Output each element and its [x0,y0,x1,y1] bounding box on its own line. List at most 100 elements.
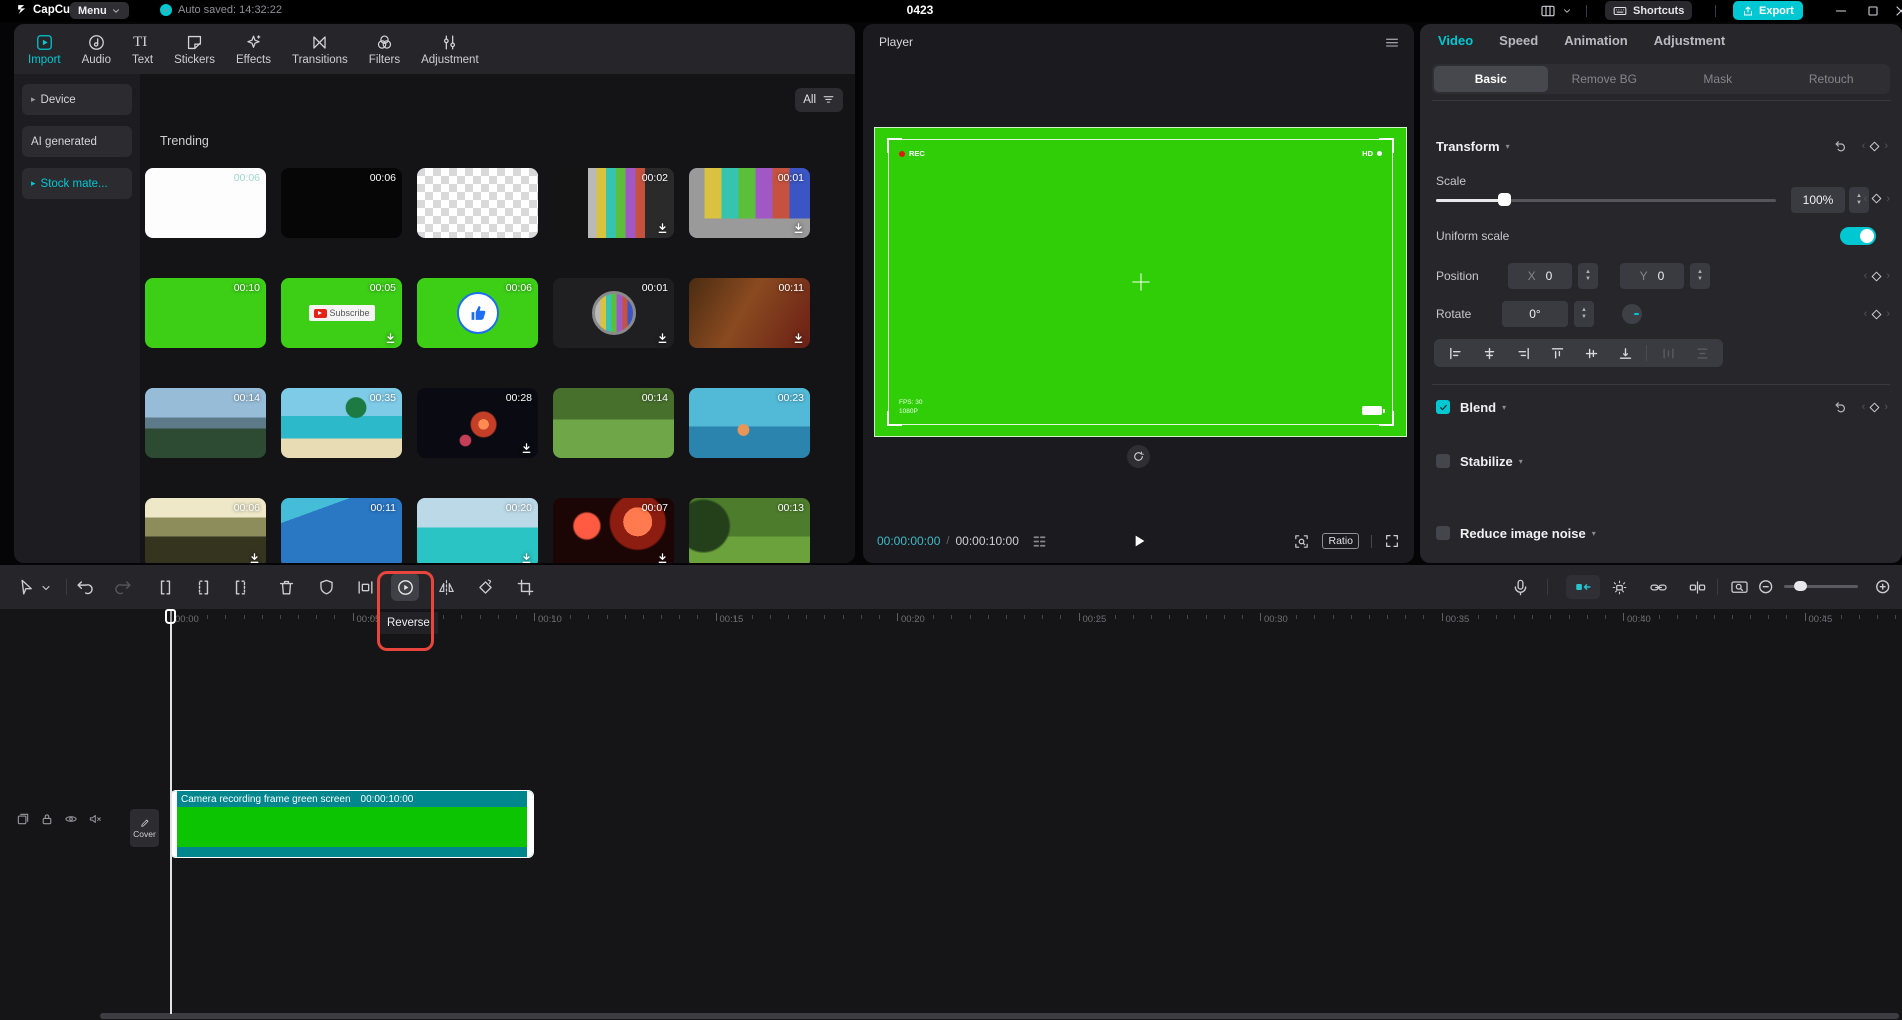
maximize-button[interactable] [1865,3,1881,19]
keyframe-control[interactable]: ‹› [1862,140,1888,153]
split-left-tool-icon[interactable] [194,578,213,597]
play-button[interactable] [1131,533,1147,549]
fullscreen-icon[interactable] [1384,533,1400,549]
horizontal-scrollbar[interactable] [100,1013,1899,1019]
chevron-down-icon[interactable] [1562,6,1572,16]
ribbon-item-transitions[interactable]: Transitions [292,33,348,66]
checkbox-unchecked[interactable] [1436,454,1450,468]
reset-transform-icon[interactable] [1833,139,1848,154]
scale-slider[interactable] [1436,192,1776,208]
media-thumbnail-green[interactable]: 00:10 [145,278,266,348]
loop-playback-button[interactable] [1127,445,1150,468]
align-top-icon[interactable] [1542,341,1572,365]
media-thumbnail-gifts[interactable]: 00:11 [689,278,810,348]
media-thumbnail-beach[interactable]: 00:35 [281,388,402,458]
timeline-zoom-slider[interactable] [1784,585,1858,588]
rotate-value-field[interactable]: 0° [1502,301,1568,327]
ribbon-item-import[interactable]: Import [28,33,61,66]
download-icon[interactable] [792,222,805,235]
overlap-icon[interactable] [16,812,30,826]
playhead-line[interactable] [170,609,172,1014]
subtab-retouch[interactable]: Retouch [1775,66,1889,92]
transform-section-header[interactable]: Transform ▾ ‹› [1436,134,1888,158]
ribbon-item-effects[interactable]: Effects [236,33,271,66]
align-left-icon[interactable] [1440,341,1470,365]
shortcuts-button[interactable]: Shortcuts [1605,1,1692,20]
tab-adjustment[interactable]: Adjustment [1654,33,1726,48]
ribbon-item-audio[interactable]: Audio [82,33,111,66]
ribbon-item-stickers[interactable]: Stickers [174,33,215,66]
crop-tool-icon[interactable] [516,578,535,597]
download-icon[interactable] [248,552,261,563]
download-icon[interactable] [520,552,533,563]
layout-icon[interactable] [1540,3,1556,19]
media-thumbnail-fw-red[interactable]: 00:07 [553,498,674,563]
uniform-scale-toggle[interactable] [1840,227,1876,245]
split-tool-icon[interactable] [156,578,175,597]
keyframe-control[interactable]: ‹› [1864,308,1890,321]
rotate-tool-icon[interactable] [476,578,495,597]
keyframe-diamond-icon[interactable] [1870,270,1883,283]
position-x-field[interactable]: X0 [1508,263,1572,289]
timeline-ruler[interactable]: 00:0000:0500:1000:1500:2000:2500:3000:35… [0,609,1902,631]
lock-icon[interactable] [40,812,54,826]
split-right-tool-icon[interactable] [231,578,250,597]
panel-menu-icon[interactable] [1384,34,1400,50]
media-thumbnail-friends[interactable]: 00:23 [689,388,810,458]
keyframe-diamond-icon[interactable] [1870,192,1883,205]
freeze-tool-icon[interactable] [356,578,375,597]
chevron-down-tool-icon[interactable] [40,582,52,594]
rotate-stepper[interactable]: ▲▼ [1574,301,1594,327]
download-icon[interactable] [656,222,669,235]
keyframe-diamond-icon[interactable] [1870,308,1883,321]
zoom-slider-handle[interactable] [1794,581,1807,591]
preview-quality-icon[interactable] [1031,533,1048,550]
subtab-mask[interactable]: Mask [1661,66,1775,92]
media-thumbnail-thumbsup[interactable]: 00:06 [417,278,538,348]
media-thumbnail-city[interactable]: 00:14 [145,388,266,458]
sidebar-item-device[interactable]: ▸Device [22,84,132,115]
rotate-dial[interactable] [1622,304,1642,324]
playhead-handle[interactable] [165,609,176,624]
position-y-stepper[interactable]: ▲▼ [1690,263,1710,289]
ribbon-item-filters[interactable]: Filters [369,33,400,66]
media-thumbnail-subscribe[interactable]: Subscribe00:05 [281,278,402,348]
media-thumbnail-park[interactable]: 00:13 [689,498,810,563]
checkbox-checked[interactable] [1436,400,1450,414]
snap-toggle-button[interactable] [1566,575,1600,599]
tab-speed[interactable]: Speed [1499,33,1538,48]
expand-caret-icon[interactable]: ▾ [1592,529,1596,538]
mirror-tool-icon[interactable] [437,578,456,597]
align-center-h-icon[interactable] [1474,341,1504,365]
zoom-in-icon[interactable] [1874,578,1893,597]
cover-button[interactable]: Cover [130,809,159,847]
magnet-icon[interactable] [1610,578,1629,597]
reset-icon[interactable] [1833,400,1848,415]
download-icon[interactable] [656,552,669,563]
download-icon[interactable] [792,332,805,345]
link-icon[interactable] [1649,578,1668,597]
media-thumbnail-pool[interactable]: 00:20 [417,498,538,563]
media-thumbnail-black[interactable]: 00:06 [281,168,402,238]
tab-animation[interactable]: Animation [1564,33,1628,48]
eye-icon[interactable] [64,812,78,826]
scale-value-field[interactable]: 100% [1791,187,1845,213]
align-right-icon[interactable] [1508,341,1538,365]
minimize-button[interactable] [1833,3,1849,19]
keyframe-control[interactable]: ‹› [1862,401,1888,414]
unlink-icon[interactable] [1688,578,1707,597]
media-thumbnail-white[interactable]: 00:06 [145,168,266,238]
close-button[interactable] [1893,3,1902,19]
collapse-caret-icon[interactable]: ▾ [1506,142,1510,151]
sidebar-item-ai-generated[interactable]: AI generated [22,126,132,157]
ribbon-item-text[interactable]: TIText [132,33,153,66]
keyframe-control[interactable]: ‹› [1864,192,1890,205]
checkbox-unchecked[interactable] [1436,526,1450,540]
keyframe-diamond-icon[interactable] [1868,140,1881,153]
filter-button[interactable]: All [795,88,843,112]
ribbon-item-adjustment[interactable]: Adjustment [421,33,479,66]
preview-canvas[interactable]: REC HD FPS: 30 1080P [874,127,1407,437]
align-center-v-icon[interactable] [1576,341,1606,365]
download-icon[interactable] [384,332,397,345]
media-thumbnail-fw-dark[interactable]: 00:28 [417,388,538,458]
